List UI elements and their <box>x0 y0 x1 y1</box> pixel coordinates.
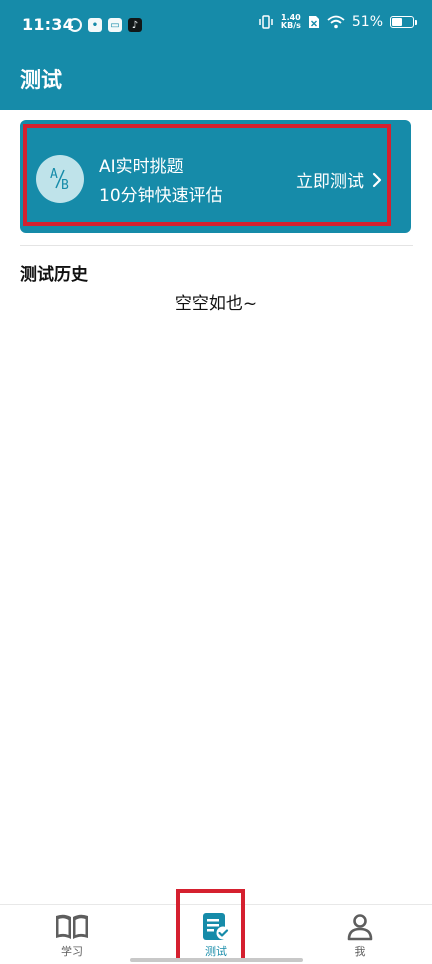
test-checklist-icon <box>196 912 236 942</box>
paw-notification-icon: • <box>88 18 102 32</box>
tiktok-notification-icon: ♪ <box>128 18 142 32</box>
start-test-button[interactable]: 立即测试 <box>296 167 382 192</box>
nav-item-study[interactable]: 学习 <box>0 905 144 964</box>
card-title: AI实时挑题 <box>99 157 184 177</box>
nav-item-me[interactable]: 我 <box>288 905 432 964</box>
vibrate-icon <box>259 15 273 29</box>
status-time: 11:34 <box>22 15 74 34</box>
page-title: 测试 <box>20 68 62 92</box>
app-notification-icon <box>68 18 82 32</box>
message-notification-icon: ▭ <box>108 18 122 32</box>
app-header: 11:34 • ▭ ♪ 1.40 KB/s 51% 测试 <box>0 0 432 110</box>
card-subtitle: 10分钟快速评估 <box>99 186 223 206</box>
history-title: 测试历史 <box>20 265 88 285</box>
bottom-nav: 学习 测试 我 <box>0 904 432 964</box>
status-indicators: 1.40 KB/s 51% <box>258 14 417 30</box>
section-divider <box>20 245 413 246</box>
home-indicator[interactable] <box>130 958 303 962</box>
network-speed-unit: KB/s <box>280 21 301 30</box>
history-empty-text: 空空如也~ <box>174 294 258 314</box>
nav-item-test[interactable]: 测试 <box>144 905 288 964</box>
battery-level <box>392 18 402 26</box>
status-bar: 11:34 • ▭ ♪ 1.40 KB/s 51% <box>0 0 432 52</box>
nav-label-me: 我 <box>354 945 366 958</box>
network-speed: 1.40 KB/s <box>281 14 301 30</box>
app-screen: 11:34 • ▭ ♪ 1.40 KB/s 51% 测试 A B AI实时挑题 … <box>0 0 432 964</box>
svg-text:B: B <box>61 178 69 193</box>
notification-icons: • ▭ ♪ <box>68 18 142 32</box>
wifi-icon <box>327 15 345 29</box>
svg-text:A: A <box>50 167 58 182</box>
nav-label-test: 测试 <box>205 945 227 958</box>
person-icon <box>340 912 380 942</box>
sim-off-icon <box>308 16 319 28</box>
battery-icon <box>390 16 417 28</box>
nav-label-study: 学习 <box>61 945 83 958</box>
start-test-label: 立即测试 <box>296 172 364 192</box>
chevron-right-icon <box>372 172 382 187</box>
book-icon <box>52 912 92 942</box>
battery-percent: 51% <box>351 14 383 30</box>
ab-test-icon: A B <box>36 155 84 203</box>
